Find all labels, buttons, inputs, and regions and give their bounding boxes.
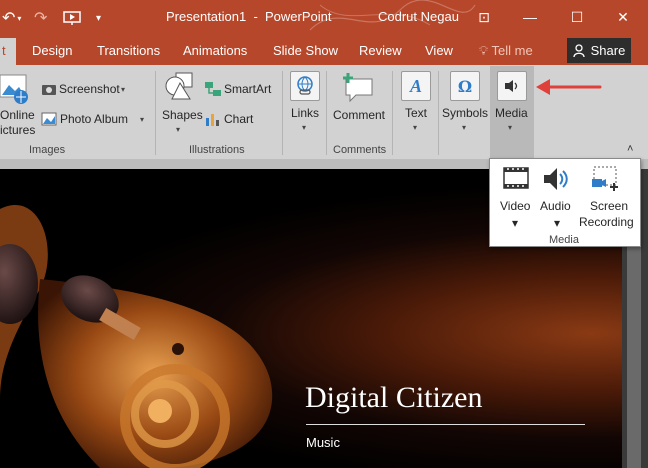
- speaker-icon: [544, 168, 568, 190]
- text-caret-icon: ▾: [413, 123, 418, 132]
- undo-icon: ↶: [2, 10, 16, 27]
- media-label: Media: [495, 106, 528, 120]
- group-separator: [326, 71, 327, 155]
- slide-subtitle[interactable]: Music: [306, 435, 340, 450]
- minimize-icon: —: [523, 9, 537, 25]
- tab-slide-show[interactable]: Slide Show: [273, 43, 338, 58]
- speaker-icon: [505, 80, 518, 92]
- lightbulb-icon: 💡︎: [479, 43, 489, 58]
- symbols-icon-box: Ω: [450, 71, 480, 101]
- title-underline: [306, 424, 585, 425]
- share-label: Share: [590, 43, 626, 58]
- close-icon: ✕: [617, 8, 629, 25]
- maximize-icon: ☐: [570, 8, 584, 25]
- ribbon-display-icon: ⊡: [478, 8, 490, 25]
- text-label: Text: [405, 106, 428, 120]
- tell-me-search[interactable]: 💡︎ Tell me: [479, 43, 533, 59]
- audio-caret-icon: ▾: [554, 216, 561, 230]
- video-caret-icon: ▾: [512, 216, 519, 230]
- minimize-button[interactable]: —: [510, 0, 550, 34]
- group-label-images: Images: [29, 144, 66, 156]
- violin-scroll-image: [0, 205, 273, 468]
- tab-transitions[interactable]: Transitions: [97, 43, 160, 58]
- links-caret-icon: ▾: [302, 123, 307, 132]
- tab-view[interactable]: View: [425, 43, 453, 58]
- media-caret-icon: ▾: [508, 123, 513, 132]
- online-pictures-icon: [0, 74, 28, 104]
- links-label: Links: [291, 106, 320, 120]
- shapes-label: Shapes: [162, 108, 203, 122]
- group-label-illustrations: Illustrations: [189, 144, 245, 156]
- undo-button[interactable]: ↶ ▾: [2, 0, 21, 36]
- slideshow-icon: [63, 11, 81, 25]
- slide-title[interactable]: Digital Citizen: [305, 381, 482, 415]
- chevron-down-icon: ▾: [96, 12, 102, 24]
- screen-recording-icon: [592, 166, 618, 191]
- screen-recording-label-2: Recording: [579, 215, 634, 229]
- window-title: Presentation1 - PowerPoint: [166, 9, 332, 24]
- title-bar: ↶ ▾ ↷ ▾ Presentation1 - PowerPoint Codrut…: [0, 0, 648, 36]
- video-label: Video: [500, 199, 531, 213]
- red-arrow-annotation: [536, 79, 602, 95]
- redo-icon: ↷: [34, 10, 48, 27]
- tab-insert[interactable]: t: [0, 38, 16, 65]
- photo-album-caret-icon: ▾: [140, 115, 145, 124]
- online-pictures-label-2: ictures: [0, 123, 36, 137]
- ribbon-tabs: t Design Transitions Animations Slide Sh…: [0, 36, 648, 65]
- link-globe-icon: [297, 76, 313, 95]
- start-from-beginning-button[interactable]: [62, 0, 82, 36]
- links-icon-box: [290, 71, 320, 101]
- online-pictures-label-1: Online: [0, 108, 35, 122]
- tab-animations[interactable]: Animations: [183, 43, 247, 58]
- comment-label: Comment: [333, 108, 386, 122]
- tab-design[interactable]: Design: [32, 43, 72, 58]
- group-separator: [282, 71, 283, 155]
- tell-me-label: Tell me: [491, 43, 533, 58]
- media-icon-box: [497, 71, 527, 101]
- photo-album-icon: [41, 112, 57, 126]
- symbols-label: Symbols: [442, 106, 489, 120]
- photo-album-label: Photo Album: [60, 112, 129, 126]
- media-button[interactable]: Media ▾: [490, 66, 534, 158]
- screen-recording-label-1: Screen: [590, 199, 629, 213]
- tab-review[interactable]: Review: [359, 43, 402, 58]
- shapes-caret-icon: ▾: [176, 125, 181, 134]
- media-dropdown: Video ▾ Audio ▾ Screen Recording Media: [489, 158, 641, 247]
- omega-icon: Ω: [457, 76, 473, 96]
- group-separator: [155, 71, 156, 155]
- group-separator: [392, 71, 393, 155]
- share-button[interactable]: Share: [567, 38, 631, 63]
- person-icon: [572, 43, 585, 57]
- screenshot-label: Screenshot: [59, 82, 120, 96]
- comment-icon: [343, 73, 373, 103]
- screenshot-caret-icon: ▾: [121, 85, 126, 94]
- redo-button[interactable]: ↷: [34, 0, 47, 36]
- text-icon-box: A: [401, 71, 431, 101]
- shapes-icon: [165, 72, 193, 100]
- user-name[interactable]: Codrut Negau: [378, 9, 459, 24]
- ribbon: Online ictures Screenshot ▾ Photo Album …: [0, 65, 648, 159]
- group-label-comments: Comments: [333, 144, 387, 156]
- collapse-ribbon-icon[interactable]: ˄: [627, 143, 633, 155]
- close-button[interactable]: ✕: [603, 0, 643, 34]
- symbols-caret-icon: ▾: [462, 123, 467, 132]
- scrollbar-thumb[interactable]: [627, 239, 641, 468]
- customize-qat-button[interactable]: ▾: [96, 0, 101, 36]
- chart-label: Chart: [224, 112, 254, 126]
- maximize-button[interactable]: ☐: [557, 0, 597, 34]
- camera-icon: [42, 85, 56, 95]
- audio-label: Audio: [540, 199, 571, 213]
- dropdown-group-label: Media: [549, 234, 579, 246]
- smartart-icon: [205, 82, 221, 96]
- group-separator: [438, 71, 439, 155]
- smartart-label: SmartArt: [224, 82, 272, 96]
- text-box-icon: A: [409, 75, 422, 96]
- film-strip-icon: [503, 167, 529, 189]
- ribbon-display-options-button[interactable]: ⊡: [464, 0, 504, 34]
- bar-chart-icon: [206, 114, 219, 126]
